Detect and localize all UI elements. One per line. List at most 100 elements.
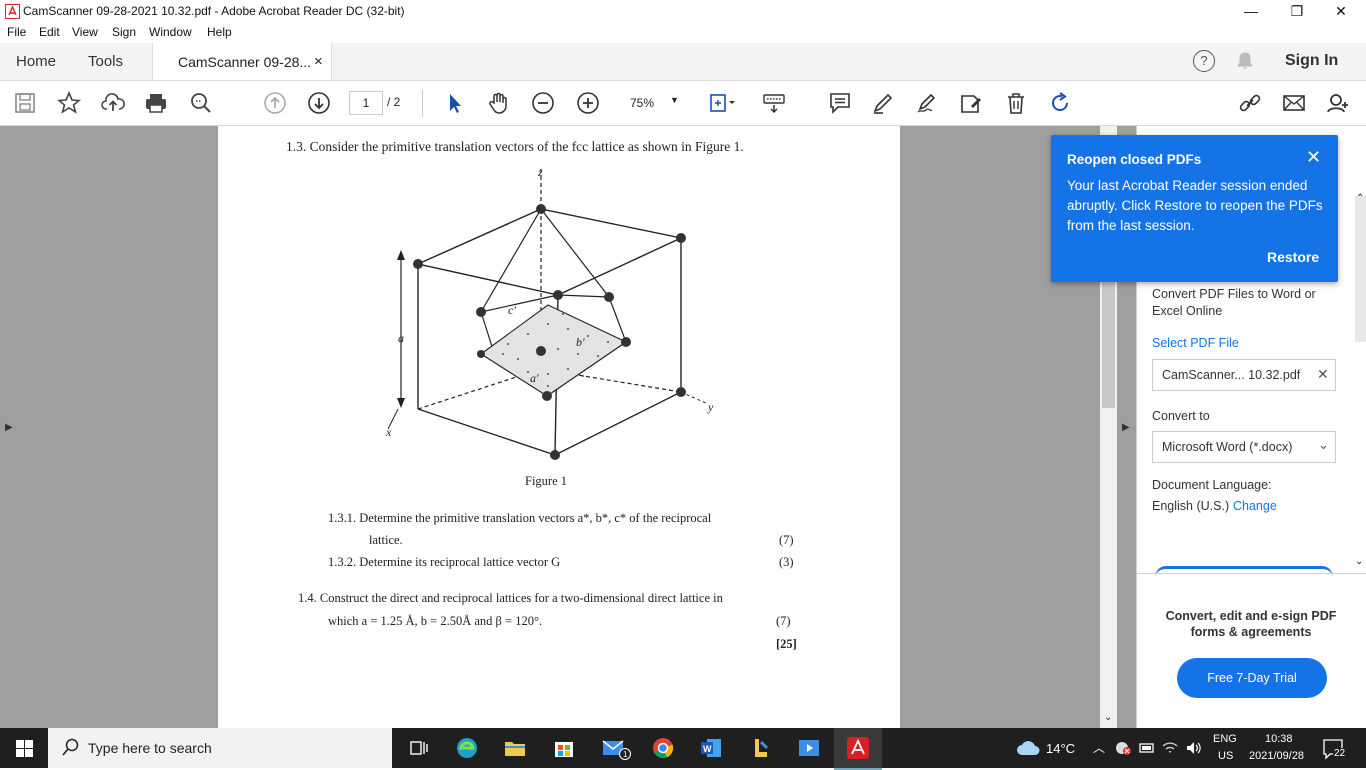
menu-view[interactable]: View xyxy=(72,25,98,39)
pane-scrollbar[interactable]: ⌃ xyxy=(1355,193,1366,342)
rotate-icon[interactable] xyxy=(1048,91,1072,115)
share-link-icon[interactable] xyxy=(1238,91,1262,115)
email-icon[interactable] xyxy=(1282,91,1306,115)
restore-button[interactable]: Restore xyxy=(1267,249,1319,265)
file-explorer-icon[interactable] xyxy=(503,736,527,760)
page-number-input[interactable]: 1 xyxy=(349,91,383,115)
zoom-in-icon[interactable] xyxy=(576,91,600,115)
convert-description: Convert PDF Files to Word or Excel Onlin… xyxy=(1152,287,1316,318)
windows-start-icon[interactable] xyxy=(16,740,33,760)
add-user-icon[interactable] xyxy=(1326,91,1350,115)
taskbar-search-box[interactable]: Type here to search xyxy=(48,728,392,768)
media-player-icon[interactable] xyxy=(797,736,821,760)
language-top[interactable]: ENG xyxy=(1213,733,1237,745)
notification-count: 22 xyxy=(1333,748,1347,759)
menu-window[interactable]: Window xyxy=(149,25,192,39)
task-view-icon[interactable] xyxy=(407,736,431,760)
zoom-select[interactable]: 75% ▼ xyxy=(622,91,684,113)
restore-button[interactable]: ❐ xyxy=(1274,0,1320,22)
language-bottom[interactable]: US xyxy=(1218,750,1233,762)
bell-icon[interactable] xyxy=(1236,51,1254,74)
store-icon[interactable] xyxy=(552,736,576,760)
select-pdf-file-link[interactable]: Select PDF File xyxy=(1152,336,1239,350)
minimize-button[interactable]: — xyxy=(1228,0,1274,22)
question-1-3-1-cont: lattice. xyxy=(369,533,403,547)
vector-a-label: a′ xyxy=(530,371,539,385)
axis-z-label: z xyxy=(537,165,543,179)
tab-bar: Home Tools CamScanner 09-28... × ? Sign … xyxy=(0,43,1366,81)
fill-sign-icon[interactable] xyxy=(959,91,983,115)
word-icon[interactable]: W xyxy=(699,736,723,760)
page-total: / 2 xyxy=(387,95,401,109)
sign-pen-icon[interactable] xyxy=(915,91,939,115)
chrome-icon[interactable] xyxy=(651,736,675,760)
fit-page-icon[interactable] xyxy=(708,91,735,115)
toolbar-divider xyxy=(422,89,423,117)
menu-sign[interactable]: Sign xyxy=(112,25,136,39)
window-title: CamScanner 09-28-2021 10.32.pdf - Adobe … xyxy=(23,4,405,18)
next-page-icon[interactable] xyxy=(307,91,331,115)
svg-text:W: W xyxy=(703,744,712,754)
battery-icon[interactable] xyxy=(1138,740,1156,759)
convert-to-label: Convert to xyxy=(1152,409,1210,423)
tab-home[interactable]: Home xyxy=(16,53,56,70)
sign-in-link[interactable]: Sign In xyxy=(1285,52,1338,70)
tab-close-icon[interactable]: × xyxy=(314,53,323,70)
clock-time[interactable]: 10:38 xyxy=(1265,733,1293,745)
remove-file-icon[interactable]: ✕ xyxy=(1317,366,1329,383)
keyboard-scroll-icon[interactable] xyxy=(762,91,786,115)
select-cursor-icon[interactable] xyxy=(443,91,467,115)
clock-date[interactable]: 2021/09/28 xyxy=(1249,750,1304,762)
network-status-icon[interactable] xyxy=(1114,740,1132,759)
hand-tool-icon[interactable] xyxy=(487,91,511,115)
change-language-link[interactable]: Change xyxy=(1233,499,1277,513)
upload-cloud-icon[interactable] xyxy=(101,91,125,115)
volume-icon[interactable] xyxy=(1185,740,1203,759)
temperature: 14°C xyxy=(1046,741,1076,756)
popup-body: Your last Acrobat Reader session ended a… xyxy=(1067,178,1323,233)
question-1-3: 1.3. Consider the primitive translation … xyxy=(286,139,744,154)
menu-help[interactable]: Help xyxy=(207,25,232,39)
previous-page-icon[interactable] xyxy=(263,91,287,115)
pane-scroll-down-icon[interactable]: ⌄ xyxy=(1355,556,1363,567)
tray-chevron-icon[interactable]: ︿ xyxy=(1093,739,1105,756)
marks-1-3-1: (7) xyxy=(779,533,794,547)
wifi-icon[interactable] xyxy=(1161,740,1179,759)
document-language-value: English (U.S.) xyxy=(1152,499,1230,513)
pinned-app-icon[interactable] xyxy=(749,736,773,760)
delete-trash-icon[interactable] xyxy=(1004,91,1028,115)
menu-file[interactable]: File xyxy=(7,25,26,39)
weather-cloud-icon[interactable] xyxy=(1016,740,1040,759)
edge-browser-icon[interactable] xyxy=(455,736,479,760)
convert-button-partial[interactable] xyxy=(1155,566,1333,577)
axis-x-label: x xyxy=(385,425,392,439)
popup-title: Reopen closed PDFs xyxy=(1067,152,1202,167)
reopen-pdfs-popup: Reopen closed PDFs ✕ Your last Acrobat R… xyxy=(1051,135,1338,282)
tab-document[interactable]: CamScanner 09-28... × xyxy=(152,43,332,80)
acrobat-taskbar-button[interactable] xyxy=(834,728,882,770)
chevron-down-icon: ▼ xyxy=(670,95,679,105)
help-icon[interactable]: ? xyxy=(1193,50,1215,72)
comment-icon[interactable] xyxy=(828,91,852,115)
right-pane-toggle-icon[interactable]: ▶ xyxy=(1122,422,1130,433)
highlight-pen-icon[interactable] xyxy=(871,91,895,115)
popup-close-icon[interactable]: ✕ xyxy=(1306,147,1321,168)
pdf-page: 1.3. Consider the primitive translation … xyxy=(218,126,900,729)
print-icon[interactable] xyxy=(144,91,168,115)
find-zoom-icon[interactable] xyxy=(189,91,213,115)
convert-format-select[interactable]: Microsoft Word (*.docx) ⌄ xyxy=(1152,431,1336,463)
scroll-down-arrow-icon[interactable]: ⌄ xyxy=(1104,712,1112,723)
tab-document-label: CamScanner 09-28... xyxy=(178,54,312,70)
free-trial-button[interactable]: Free 7-Day Trial xyxy=(1177,658,1327,698)
save-icon[interactable] xyxy=(13,91,37,115)
left-pane-toggle-icon[interactable]: ▶ xyxy=(5,422,13,433)
bookmark-star-icon[interactable] xyxy=(56,90,82,115)
pane-scroll-up-icon[interactable]: ⌃ xyxy=(1356,193,1364,204)
figure-caption: Figure 1 xyxy=(525,474,568,488)
close-window-button[interactable]: ✕ xyxy=(1318,0,1364,22)
mail-icon[interactable]: 1 xyxy=(601,736,631,760)
zoom-value: 75% xyxy=(630,96,655,110)
menu-edit[interactable]: Edit xyxy=(39,25,60,39)
tab-tools[interactable]: Tools xyxy=(88,53,123,70)
zoom-out-icon[interactable] xyxy=(531,91,555,115)
